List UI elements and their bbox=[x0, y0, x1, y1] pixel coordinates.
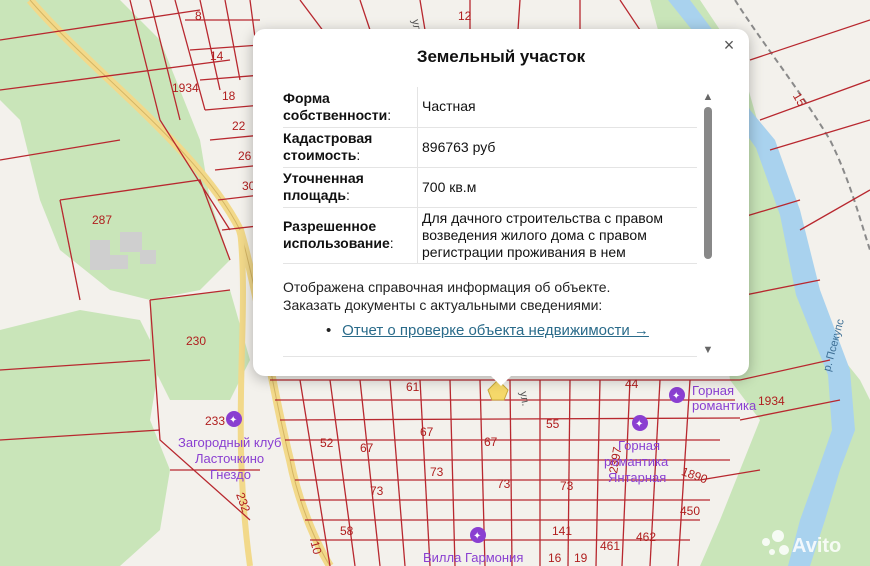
parcel-label: 67 bbox=[360, 441, 374, 455]
poi-zagorodny-klub[interactable]: ✦ Загородный клуб Ласточкино Гнездо bbox=[178, 411, 281, 482]
parcel-label: 450 bbox=[680, 504, 700, 518]
parcel-label: 14 bbox=[210, 49, 224, 63]
parcel-label: 12 bbox=[458, 9, 472, 23]
svg-text:✦: ✦ bbox=[229, 415, 237, 426]
note-line: Отображена справочная информация об объе… bbox=[283, 279, 611, 295]
table-row: Разрешенное использование: Для дачного ст… bbox=[283, 207, 697, 264]
parcel-label: 67 bbox=[420, 425, 434, 439]
parcel-label: 22 bbox=[232, 119, 246, 133]
row-label: Форма собственности: bbox=[283, 87, 418, 128]
row-value: Для дачного строительства с правом возве… bbox=[417, 207, 697, 264]
poi-label: Гнездо bbox=[210, 467, 251, 482]
row-label: Кадастровая стоимость: bbox=[283, 127, 418, 168]
poi-label: Горная bbox=[692, 383, 734, 398]
svg-text:✦: ✦ bbox=[635, 419, 643, 430]
poi-villa-garmoniya[interactable]: ✦ Вилла Гармония bbox=[423, 527, 523, 565]
row-label: Уточненная площадь: bbox=[283, 167, 418, 208]
info-table: Форма собственности: Частная Кадастровая с… bbox=[283, 87, 697, 264]
street-label: ул. bbox=[517, 390, 531, 407]
parcel-label: 73 bbox=[560, 479, 574, 493]
poi-label: Загородный клуб bbox=[178, 435, 281, 450]
parcel-label: 52 bbox=[320, 436, 334, 450]
row-value: 896763 руб bbox=[417, 127, 697, 168]
parcel-label: 19 bbox=[574, 551, 588, 565]
parcel-label: 44 bbox=[625, 377, 639, 391]
poi-label: Ласточкино bbox=[195, 451, 264, 466]
divider bbox=[283, 356, 697, 357]
parcel-label: 1934 bbox=[758, 394, 785, 408]
parcel-label: 462 bbox=[636, 530, 656, 544]
scrollbar-thumb[interactable] bbox=[704, 107, 712, 259]
poi-label: романтика bbox=[604, 454, 669, 469]
table-row: Кадастровая стоимость: 896763 руб bbox=[283, 127, 697, 168]
reference-note: Отображена справочная информация об объе… bbox=[283, 278, 697, 314]
parcel-label: 232 bbox=[233, 491, 253, 515]
parcel-label: 8 bbox=[195, 9, 202, 23]
table-row: Уточненная площадь: 700 кв.м bbox=[283, 167, 697, 208]
svg-text:✦: ✦ bbox=[473, 531, 481, 542]
parcel-label: 287 bbox=[92, 213, 112, 227]
parcel-label: 18 bbox=[222, 89, 236, 103]
parcel-label: 1890 bbox=[680, 464, 710, 486]
row-label: Разрешенное использование: bbox=[283, 207, 418, 264]
parcel-label: 61 bbox=[406, 380, 420, 394]
svg-text:✦: ✦ bbox=[672, 391, 680, 402]
scroll-down-icon[interactable]: ▼ bbox=[702, 344, 714, 356]
table-row: Форма собственности: Частная bbox=[283, 87, 697, 128]
report-list-item: • Отчет о проверке объекта недвижимости … bbox=[326, 322, 649, 339]
poi-label: романтика bbox=[692, 398, 757, 413]
land-plot-popup: Земельный участок × Форма собственности: … bbox=[253, 29, 749, 386]
parcel-label: 73 bbox=[497, 477, 511, 491]
poi-label: Вилла Гармония bbox=[423, 550, 523, 565]
scroll-up-icon[interactable]: ▲ bbox=[702, 91, 714, 103]
poi-label: Янтарная bbox=[608, 470, 666, 485]
parcel-label: 1934 bbox=[172, 81, 199, 95]
svg-text:Avito: Avito bbox=[792, 535, 841, 557]
parcel-label: 16 bbox=[548, 551, 562, 565]
close-icon[interactable]: × bbox=[719, 35, 739, 55]
parcel-label: 26 bbox=[238, 149, 252, 163]
parcel-label: 15 bbox=[790, 90, 809, 109]
report-link[interactable]: Отчет о проверке объекта недвижимости → bbox=[342, 322, 649, 339]
row-value: Частная bbox=[417, 87, 697, 128]
parcel-label: 461 bbox=[600, 539, 620, 553]
note-line: Заказать документы с актуальными сведени… bbox=[283, 297, 603, 313]
parcel-label: 58 bbox=[340, 524, 354, 538]
bullet: • bbox=[326, 322, 332, 339]
poi-label: Горная bbox=[618, 438, 660, 453]
parcel-label: 141 bbox=[552, 524, 572, 538]
parcel-label: 55 bbox=[546, 417, 560, 431]
parcel-label: 73 bbox=[430, 465, 444, 479]
parcel-label: 67 bbox=[484, 435, 498, 449]
parcel-label: 230 bbox=[186, 334, 206, 348]
popup-title: Земельный участок bbox=[416, 47, 586, 66]
row-value: 700 кв.м bbox=[417, 167, 697, 208]
parcel-label: 73 bbox=[370, 484, 384, 498]
parcel-label: 233 bbox=[205, 414, 225, 428]
